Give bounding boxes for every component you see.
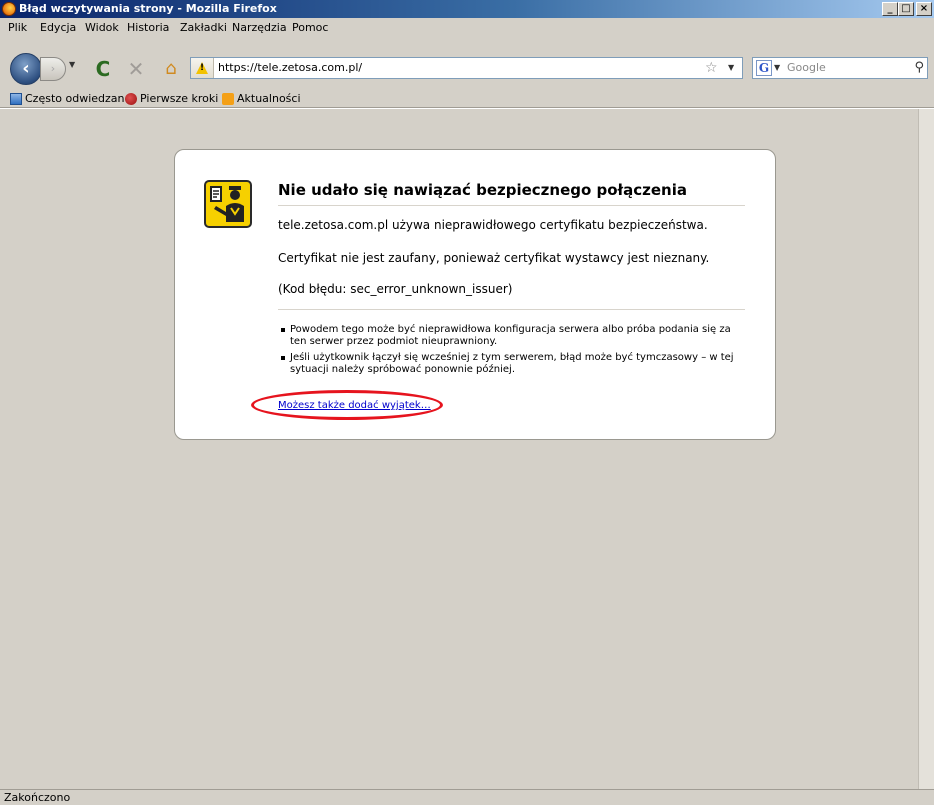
bookmark-label: Pierwsze kroki [140, 92, 219, 105]
reload-button[interactable]: C [92, 57, 114, 81]
menu-history[interactable]: Historia [127, 18, 169, 38]
url-text[interactable]: https://tele.zetosa.com.pl/ [218, 58, 362, 78]
menu-file[interactable]: Plik [8, 18, 27, 38]
security-officer-glyph [210, 186, 244, 222]
bookmark-label: Aktualności [237, 92, 301, 105]
bookmark-news[interactable]: Aktualności [222, 90, 301, 107]
error-description: tele.zetosa.com.pl używa nieprawidłowego… [278, 218, 708, 232]
menu-view[interactable]: Widok [85, 18, 119, 38]
history-dropdown-icon[interactable]: ▼ [69, 60, 75, 69]
close-button[interactable]: × [916, 2, 932, 16]
bookmark-star-icon[interactable]: ☆ [705, 58, 718, 78]
home-button[interactable]: ⌂ [160, 57, 182, 81]
forward-button[interactable]: › [40, 57, 66, 81]
bookmark-getting-started[interactable]: Pierwsze kroki [125, 90, 218, 107]
minimize-button[interactable]: _ [882, 2, 898, 16]
error-details-list: Powodem tego może być nieprawidłowa konf… [278, 324, 748, 380]
title-bar: Błąd wczytywania strony - Mozilla Firefo… [0, 0, 934, 18]
error-divider [278, 309, 745, 310]
error-reason: Certyfikat nie jest zaufany, ponieważ ce… [278, 251, 710, 265]
bookmark-label: Często odwiedzane [25, 92, 132, 105]
site-identity-button[interactable]: ! [191, 58, 214, 78]
address-bar[interactable]: ! https://tele.zetosa.com.pl/ ☆ ▼ [190, 57, 743, 79]
bookmarks-toolbar: Często odwiedzane Pierwsze kroki Aktualn… [0, 90, 934, 107]
engine-dropdown-icon[interactable]: ▼ [774, 58, 780, 78]
error-code: (Kod błędu: sec_error_unknown_issuer) [278, 282, 513, 296]
rss-feed-icon [222, 92, 234, 105]
window-title: Błąd wczytywania strony - Mozilla Firefo… [19, 2, 277, 15]
maximize-button[interactable]: □ [898, 2, 914, 16]
status-text: Zakończono [4, 791, 71, 804]
search-input[interactable]: Google [787, 58, 826, 78]
window-controls: _ □ × [882, 2, 932, 16]
frequent-icon [10, 92, 22, 105]
navigation-toolbar: ‹ › ▼ C ✕ ⌂ ! https://tele.zetosa.com.pl… [0, 38, 934, 90]
vertical-scrollbar[interactable] [918, 109, 934, 789]
menu-bookmarks[interactable]: Zakładki [180, 18, 227, 38]
status-bar: Zakończono [0, 789, 934, 805]
list-item: Powodem tego może być nieprawidłowa konf… [278, 324, 748, 348]
firefox-logo-icon [2, 2, 16, 16]
menu-edit[interactable]: Edycja [40, 18, 76, 38]
back-button[interactable]: ‹ [10, 53, 42, 85]
bookmark-frequent[interactable]: Często odwiedzane [10, 90, 131, 107]
menu-help[interactable]: Pomoc [292, 18, 328, 38]
url-dropdown-icon[interactable]: ▼ [728, 58, 734, 78]
menu-tools[interactable]: Narzędzia [232, 18, 287, 38]
google-engine-icon[interactable]: G [756, 60, 772, 76]
highlight-ring-annotation [251, 390, 443, 420]
stop-button[interactable]: ✕ [125, 57, 147, 81]
page-content: Nie udało się nawiązać bezpiecznego połą… [0, 109, 918, 789]
error-page-card: Nie udało się nawiązać bezpiecznego połą… [174, 149, 776, 440]
warning-mark: ! [200, 63, 205, 73]
list-item: Jeśli użytkownik łączył się wcześniej z … [278, 352, 748, 376]
security-officer-icon [204, 180, 252, 228]
firefox-getting-started-icon [125, 92, 137, 105]
search-bar[interactable]: G ▼ Google ⚲ [752, 57, 928, 79]
error-title: Nie udało się nawiązać bezpiecznego połą… [278, 181, 745, 206]
menu-bar: Plik Edycja Widok Historia Zakładki Narz… [0, 18, 934, 38]
search-icon[interactable]: ⚲ [914, 59, 924, 77]
